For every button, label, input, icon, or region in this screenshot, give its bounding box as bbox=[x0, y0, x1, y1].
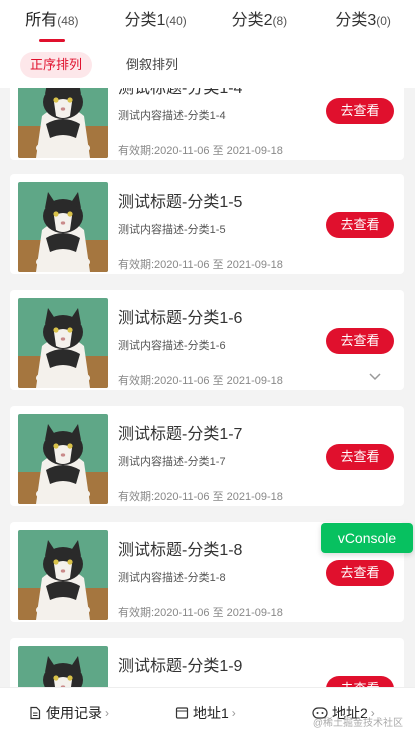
card-validity-date: 有效期:2020-11-06 至 2021-09-18 bbox=[118, 491, 283, 503]
card-title: 测试标题-分类1-8 bbox=[118, 542, 243, 559]
cat-image bbox=[18, 88, 108, 158]
card-description: 测试内容描述-分类1-4 bbox=[118, 110, 226, 122]
address-1-link[interactable]: 地址1 › bbox=[175, 703, 236, 723]
card-title: 测试标题-分类1-9 bbox=[118, 658, 243, 675]
tab-all[interactable]: 所有(48) bbox=[0, 0, 104, 44]
tab-count: (0) bbox=[376, 14, 391, 28]
card-title: 测试标题-分类1-4 bbox=[118, 88, 243, 97]
view-button[interactable]: 去查看 bbox=[326, 676, 394, 687]
card-validity-date: 有效期:2020-11-06 至 2021-09-18 bbox=[118, 607, 283, 619]
cat-image bbox=[18, 646, 108, 687]
chevron-down-icon[interactable] bbox=[368, 370, 382, 384]
card-description: 测试内容描述-分类1-8 bbox=[118, 572, 226, 584]
usage-record-label: 使用记录 bbox=[46, 705, 102, 721]
chevron-right-icon: › bbox=[105, 706, 109, 720]
card-validity-date: 有效期:2020-11-06 至 2021-09-18 bbox=[118, 145, 283, 157]
tab-category-3[interactable]: 分类3(0) bbox=[311, 0, 415, 44]
view-button[interactable]: 去查看 bbox=[326, 328, 394, 354]
tab-category-2[interactable]: 分类2(8) bbox=[208, 0, 312, 44]
view-button[interactable]: 去查看 bbox=[326, 444, 394, 470]
tab-count: (8) bbox=[272, 14, 288, 28]
card-validity-date: 有效期:2020-11-06 至 2021-09-18 bbox=[118, 259, 283, 271]
card-description: 测试内容描述-分类1-6 bbox=[118, 340, 226, 352]
document-icon bbox=[30, 706, 41, 720]
bottom-bar: 使用记录 › 地址1 › 地址2 › @稀土掘金技术社区 bbox=[0, 687, 415, 735]
list-item[interactable]: 测试标题-分类1-5 测试内容描述-分类1-5 有效期:2020-11-06 至… bbox=[10, 174, 404, 274]
window-icon bbox=[175, 707, 189, 719]
card-title: 测试标题-分类1-5 bbox=[118, 194, 243, 211]
view-button[interactable]: 去查看 bbox=[326, 560, 394, 586]
card-list: 测试标题-分类1-4 测试内容描述-分类1-4 有效期:2020-11-06 至… bbox=[0, 88, 415, 687]
cat-image bbox=[18, 530, 108, 620]
tab-category-1[interactable]: 分类1(40) bbox=[104, 0, 208, 44]
watermark: @稀土掘金技术社区 bbox=[312, 718, 403, 729]
sort-ascending-button[interactable]: 正序排列 bbox=[20, 52, 93, 78]
chevron-right-icon: › bbox=[231, 706, 236, 720]
card-validity-date: 有效期:2020-11-06 至 2021-09-18 bbox=[118, 375, 283, 387]
card-title: 测试标题-分类1-6 bbox=[118, 310, 243, 327]
card-title: 测试标题-分类1-7 bbox=[118, 426, 243, 443]
list-item[interactable]: 测试标题-分类1-4 测试内容描述-分类1-4 有效期:2020-11-06 至… bbox=[10, 88, 404, 160]
cat-image bbox=[18, 182, 108, 272]
vconsole-button[interactable]: vConsole bbox=[321, 523, 413, 553]
list-item[interactable]: 测试标题-分类1-9 去查看 bbox=[10, 638, 404, 687]
tab-label: 所有 bbox=[25, 12, 58, 29]
cat-image bbox=[18, 414, 108, 504]
cat-image bbox=[18, 298, 108, 388]
list-item[interactable]: 测试标题-分类1-7 测试内容描述-分类1-7 有效期:2020-11-06 至… bbox=[10, 406, 404, 506]
tab-count: (48) bbox=[57, 14, 79, 28]
tab-label: 分类1 bbox=[124, 12, 166, 29]
usage-record-link[interactable]: 使用记录 › bbox=[28, 703, 109, 723]
sort-bar: 正序排列 倒叙排列 bbox=[0, 44, 415, 88]
tab-count: (40) bbox=[165, 14, 187, 28]
tab-label: 分类2 bbox=[231, 12, 273, 29]
category-tabs: 所有(48) 分类1(40) 分类2(8) 分类3(0) bbox=[0, 0, 415, 44]
tab-label: 分类3 bbox=[335, 12, 377, 29]
sort-descending-button[interactable]: 倒叙排列 bbox=[116, 52, 188, 78]
card-description: 测试内容描述-分类1-7 bbox=[118, 456, 226, 468]
view-button[interactable]: 去查看 bbox=[326, 212, 394, 238]
address-1-label: 地址1 bbox=[193, 705, 229, 721]
list-item[interactable]: 测试标题-分类1-6 测试内容描述-分类1-6 有效期:2020-11-06 至… bbox=[10, 290, 404, 390]
view-button[interactable]: 去查看 bbox=[326, 98, 394, 124]
card-description: 测试内容描述-分类1-5 bbox=[118, 224, 226, 236]
